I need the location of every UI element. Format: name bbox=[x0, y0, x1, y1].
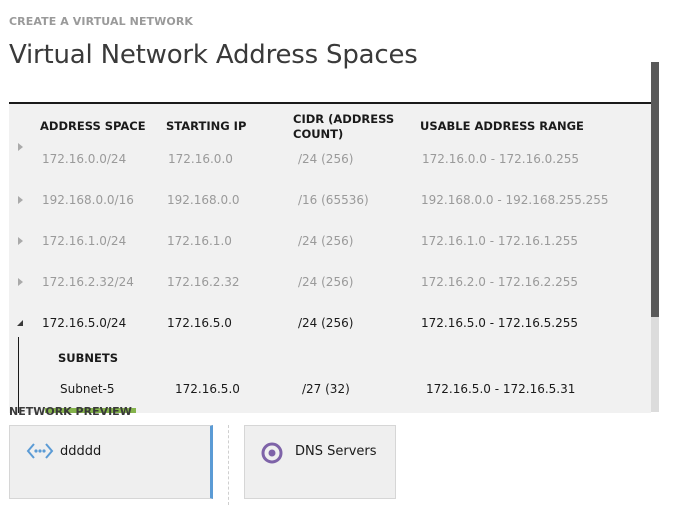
cell-cidr: /24 (256) bbox=[298, 316, 354, 330]
address-space-table: ADDRESS SPACE STARTING IP CIDR (ADDRESS … bbox=[9, 102, 651, 413]
dns-servers-label: DNS Servers bbox=[295, 444, 377, 459]
subnet-usable-range: 172.16.5.0 - 172.16.5.31 bbox=[426, 382, 576, 396]
cell-address-space: 192.168.0.0/16 bbox=[42, 193, 134, 207]
cell-cidr: /24 (256) bbox=[298, 234, 354, 248]
cell-starting-ip: 172.16.0.0 bbox=[168, 152, 233, 166]
breadcrumb: CREATE A VIRTUAL NETWORK bbox=[9, 15, 194, 28]
cell-cidr: /24 (256) bbox=[298, 152, 354, 166]
cell-starting-ip: 172.16.2.32 bbox=[167, 275, 240, 289]
expand-arrow-icon[interactable] bbox=[18, 278, 23, 286]
collapse-arrow-icon[interactable] bbox=[17, 320, 23, 326]
cell-usable-range: 172.16.0.0 - 172.16.0.255 bbox=[422, 152, 580, 166]
cell-usable-range: 172.16.1.0 - 172.16.1.255 bbox=[421, 234, 579, 248]
table-row[interactable]: 172.16.0.0/24 172.16.0.0 /24 (256) 172.1… bbox=[9, 143, 651, 193]
network-preview-label: NETWORK PREVIEW bbox=[9, 405, 132, 418]
table-row[interactable]: 172.16.1.0/24 172.16.1.0 /24 (256) 172.1… bbox=[9, 234, 651, 275]
cell-starting-ip: 172.16.1.0 bbox=[167, 234, 232, 248]
cell-usable-range: 172.16.5.0 - 172.16.5.255 bbox=[421, 316, 579, 330]
page-title: Virtual Network Address Spaces bbox=[9, 40, 418, 70]
subnet-cidr: /27 (32) bbox=[302, 382, 350, 396]
header-cidr: CIDR (ADDRESS COUNT) bbox=[293, 112, 394, 142]
preview-divider bbox=[228, 425, 229, 505]
header-cidr-line1: CIDR (ADDRESS bbox=[293, 112, 395, 126]
cell-usable-range: 192.168.0.0 - 192.168.255.255 bbox=[421, 193, 609, 207]
dns-server-icon bbox=[261, 442, 283, 468]
header-usable-range: USABLE ADDRESS RANGE bbox=[420, 119, 584, 133]
cell-cidr: /24 (256) bbox=[298, 275, 354, 289]
virtual-network-icon bbox=[26, 441, 54, 465]
cell-starting-ip: 192.168.0.0 bbox=[167, 193, 240, 207]
subnet-tree-line bbox=[18, 337, 19, 413]
expand-arrow-icon[interactable] bbox=[18, 196, 23, 204]
header-starting-ip: STARTING IP bbox=[166, 119, 247, 133]
dns-servers-card[interactable]: DNS Servers bbox=[244, 425, 396, 499]
subnet-starting-ip: 172.16.5.0 bbox=[175, 382, 240, 396]
virtual-network-card[interactable]: ddddd bbox=[9, 425, 213, 499]
header-cidr-line2: COUNT) bbox=[293, 127, 344, 141]
cell-starting-ip: 172.16.5.0 bbox=[167, 316, 232, 330]
table-row[interactable]: 172.16.2.32/24 172.16.2.32 /24 (256) 172… bbox=[9, 275, 651, 316]
cell-cidr: /16 (65536) bbox=[298, 193, 369, 207]
table-row[interactable]: 192.168.0.0/16 192.168.0.0 /16 (65536) 1… bbox=[9, 193, 651, 234]
cell-address-space: 172.16.2.32/24 bbox=[42, 275, 134, 289]
expand-arrow-icon[interactable] bbox=[18, 237, 23, 245]
subnets-heading: SUBNETS bbox=[58, 351, 118, 365]
cell-address-space: 172.16.1.0/24 bbox=[42, 234, 127, 248]
header-address-space: ADDRESS SPACE bbox=[40, 119, 146, 133]
scrollbar-thumb[interactable] bbox=[651, 62, 659, 317]
cell-address-space: 172.16.5.0/24 bbox=[42, 316, 127, 330]
virtual-network-name: ddddd bbox=[60, 444, 102, 459]
cell-address-space: 172.16.0.0/24 bbox=[42, 152, 127, 166]
subnet-name[interactable]: Subnet-5 bbox=[60, 382, 115, 396]
cell-usable-range: 172.16.2.0 - 172.16.2.255 bbox=[421, 275, 579, 289]
expand-arrow-icon[interactable] bbox=[18, 143, 23, 151]
